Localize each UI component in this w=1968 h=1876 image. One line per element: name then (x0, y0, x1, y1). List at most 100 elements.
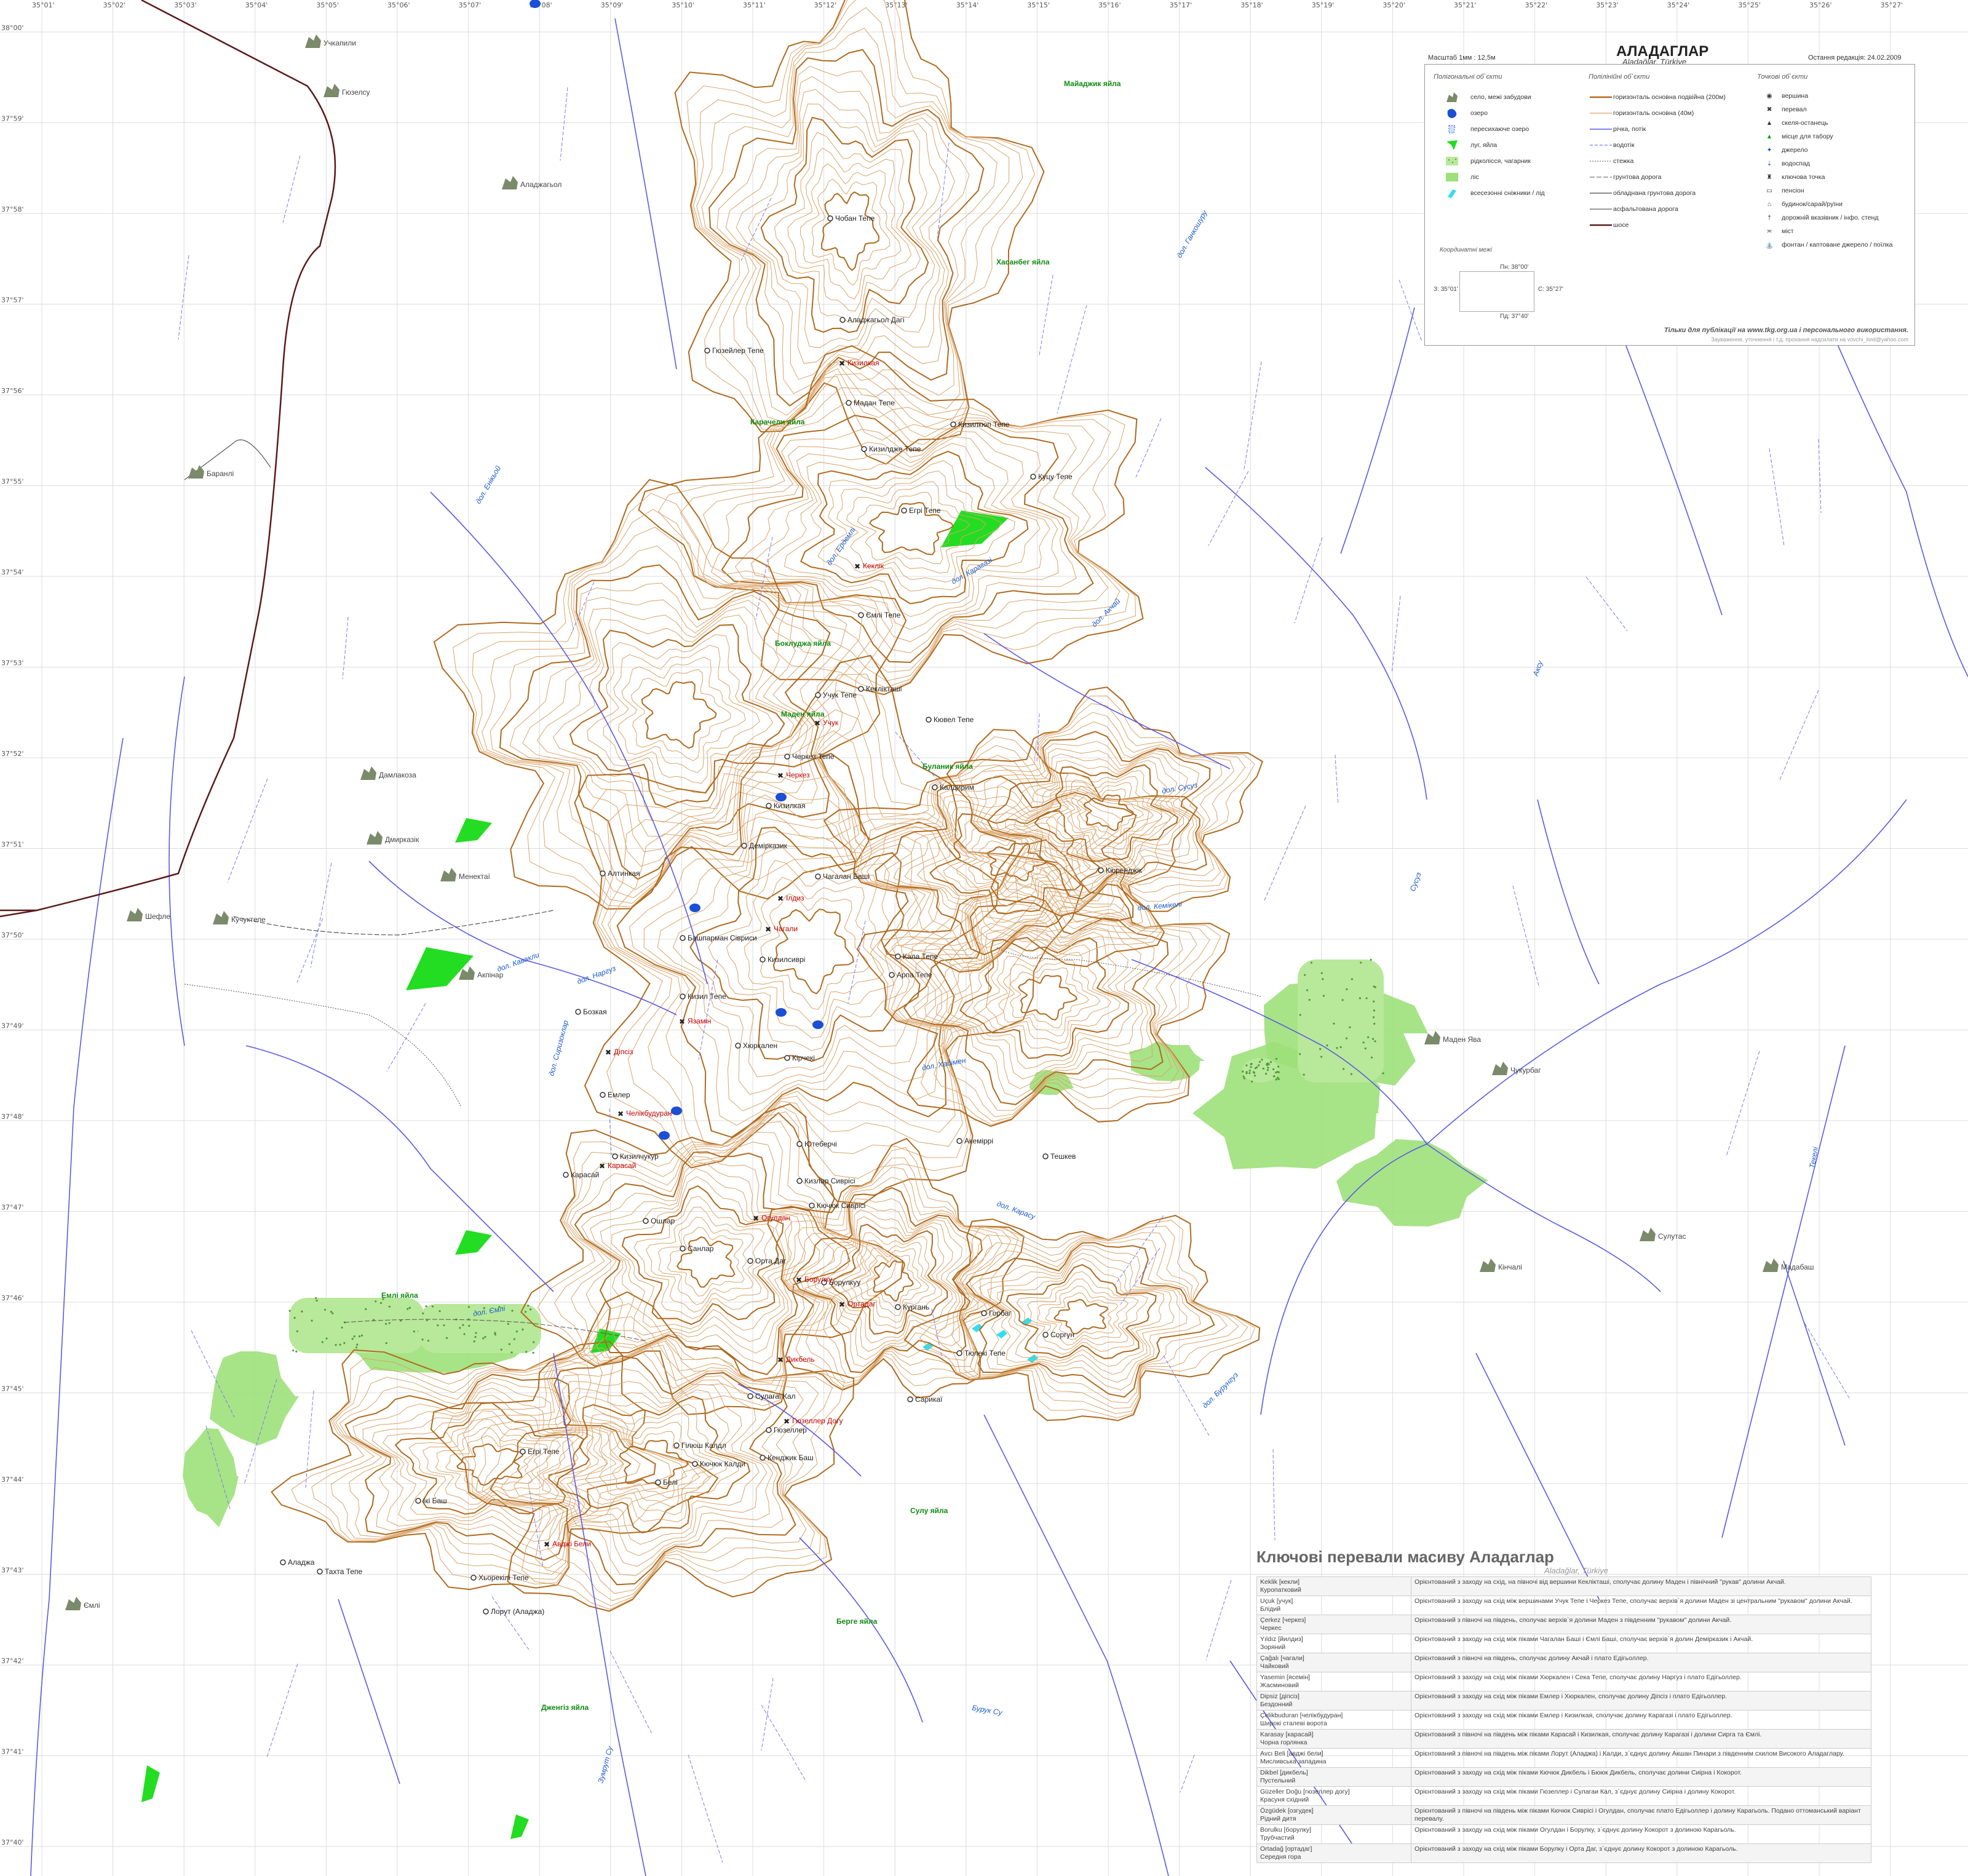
legend-label: ліс (1470, 173, 1479, 181)
peak-label: Демірказик (749, 841, 788, 850)
legend-item: ⛲ фонтан / каптоване джерело / поїлка (1757, 238, 1892, 252)
peak-label: Аладжагьол Дагі (847, 316, 905, 324)
legend-item: ⇣ водоспад (1757, 157, 1892, 170)
shrub-dot (293, 1317, 296, 1319)
shrub-dot (1248, 1072, 1251, 1075)
meadow-label: Хасанбег яйла (996, 258, 1050, 266)
shrub-dot (1367, 1036, 1370, 1038)
bridge-icon: ≍ (1766, 228, 1772, 235)
peak-label: Кенджик Баш (768, 1453, 814, 1462)
peak-label: Тахта Тепе (325, 1567, 363, 1576)
peak-label: Куцу Тепе (1038, 472, 1073, 481)
pass-row: Çelikbuduran [челікбудуран] Широкі стале… (1256, 1710, 1871, 1730)
village-area (1640, 1228, 1656, 1241)
river-label: Аксу (1531, 659, 1545, 678)
shrub-dot (431, 1305, 434, 1308)
pension-icon: ▭ (1766, 187, 1772, 194)
pass-row: Uçuk [учук] Блідий Орієнтований з заходу … (1256, 1596, 1871, 1615)
village-area (502, 176, 518, 189)
pass-description: Орієнтований з заходу на схід між піками… (1411, 1710, 1871, 1730)
dirt-road-icon (1589, 171, 1613, 183)
pass-icon: ✖ (679, 1017, 685, 1026)
pass-description: Орієнтований з півночі на південь, сполу… (1411, 1653, 1871, 1672)
meadow-area (510, 1814, 529, 1839)
shrub-dot (339, 1343, 341, 1346)
peak-label: Белі (663, 1478, 678, 1487)
peak-icon (827, 215, 833, 221)
peak-label: Гілюш Калдл (681, 1441, 726, 1450)
peak-label: Кювел Тепе (934, 715, 974, 724)
peak-icon (600, 870, 606, 876)
shrub-dot (358, 1335, 361, 1338)
peak-label: Ікі Баш (423, 1496, 447, 1505)
shrub-dot (1349, 1026, 1351, 1028)
peak-label: Сарикаї (915, 1395, 943, 1404)
peak-icon (415, 1498, 421, 1504)
grid-label-lat: 37°48' (1, 1113, 24, 1121)
peak-label: Горбаг (989, 1309, 1012, 1318)
contour-major (986, 731, 1211, 900)
peak-label: Аладжа (288, 1558, 315, 1567)
peak-label: Арпа Тепе (897, 971, 932, 979)
legend-item: рідколісся, чагарник (1434, 153, 1545, 169)
contour-minor (744, 876, 884, 1025)
contour-minor (997, 1258, 1165, 1367)
shrub-dot (1351, 978, 1353, 980)
village-area (367, 831, 383, 845)
contour-minor (716, 65, 970, 394)
peak-icon (796, 1178, 803, 1184)
peak-icon (612, 1153, 618, 1159)
legend-label: водотік (1613, 141, 1635, 149)
grid-label-lat: 37°58' (1, 205, 24, 213)
shrub-dot (474, 1336, 477, 1338)
stream-line (1039, 274, 1053, 356)
pass-label: Кизилкая (847, 359, 879, 367)
stream-line (755, 536, 773, 620)
peak-icon (692, 1461, 698, 1467)
shrub-dot (1365, 997, 1368, 1000)
peak-label: Кизилчукур (620, 1152, 659, 1161)
peak-icon (747, 1393, 753, 1399)
improved-road-icon (1589, 187, 1613, 199)
shrub-dot (1253, 1075, 1256, 1077)
peak-label: Кючюк Сиврісі (817, 1201, 865, 1210)
peak-icon (901, 507, 907, 514)
peak-icon (809, 1202, 815, 1209)
legend-item: горизонталь основна (40м) (1589, 105, 1726, 121)
shrub-dot (482, 1337, 485, 1340)
shrub-dot (1372, 1016, 1375, 1019)
peak-label: Сулагаі Кал (755, 1392, 796, 1401)
pass-label: Борулку (804, 1275, 832, 1284)
stream-line (761, 1677, 774, 1751)
legend-label: пересихаюче озеро (1470, 125, 1530, 133)
shrub-dot (508, 1343, 510, 1345)
peak-label: Черкез Тепе (792, 752, 835, 761)
peak-label: Кизлар Сиврісі (804, 1177, 855, 1185)
village-label: Сулутас (1658, 1232, 1686, 1241)
peak-icon (796, 1141, 803, 1147)
grid-label-lon: 35°11' (743, 1, 766, 9)
pass-row: Borulku [борулку] Трубчастий Орієнтований… (1256, 1824, 1871, 1844)
stream-line (310, 862, 332, 968)
peak-label: Ємлі Тепе (866, 611, 901, 619)
shrub-dot (1374, 986, 1376, 988)
shrub-dot (1245, 1072, 1248, 1075)
pass-name: Ortadağ [ортадаг] Середня гора (1256, 1843, 1411, 1863)
shrub-dot (524, 1311, 527, 1313)
pass-description: Орієнтований з заходу на схід між піками… (1411, 1824, 1871, 1844)
pass-row: Keklik [кекли] Куропатковий Орієнтований … (1256, 1576, 1871, 1596)
peak-label: Калдирим (940, 783, 974, 792)
pass-label: Огулдан (761, 1214, 790, 1222)
grid-label-lon: 35°17' (1170, 1, 1192, 9)
peak-icon (600, 1092, 606, 1098)
snow-icon (1434, 187, 1470, 199)
shrub-dot (1341, 999, 1344, 1001)
shrub-dot (1326, 1044, 1328, 1047)
peak-label: Кизилкюп Тепе (958, 420, 1010, 429)
passes-table: Keklik [кекли] Куропатковий Орієнтований … (1256, 1576, 1871, 1863)
pass-label: Карасай (608, 1161, 636, 1170)
village-area (305, 34, 321, 48)
meadow-icon (1434, 139, 1470, 151)
contour-minor (725, 76, 955, 380)
shrub-dot (1320, 1055, 1323, 1058)
